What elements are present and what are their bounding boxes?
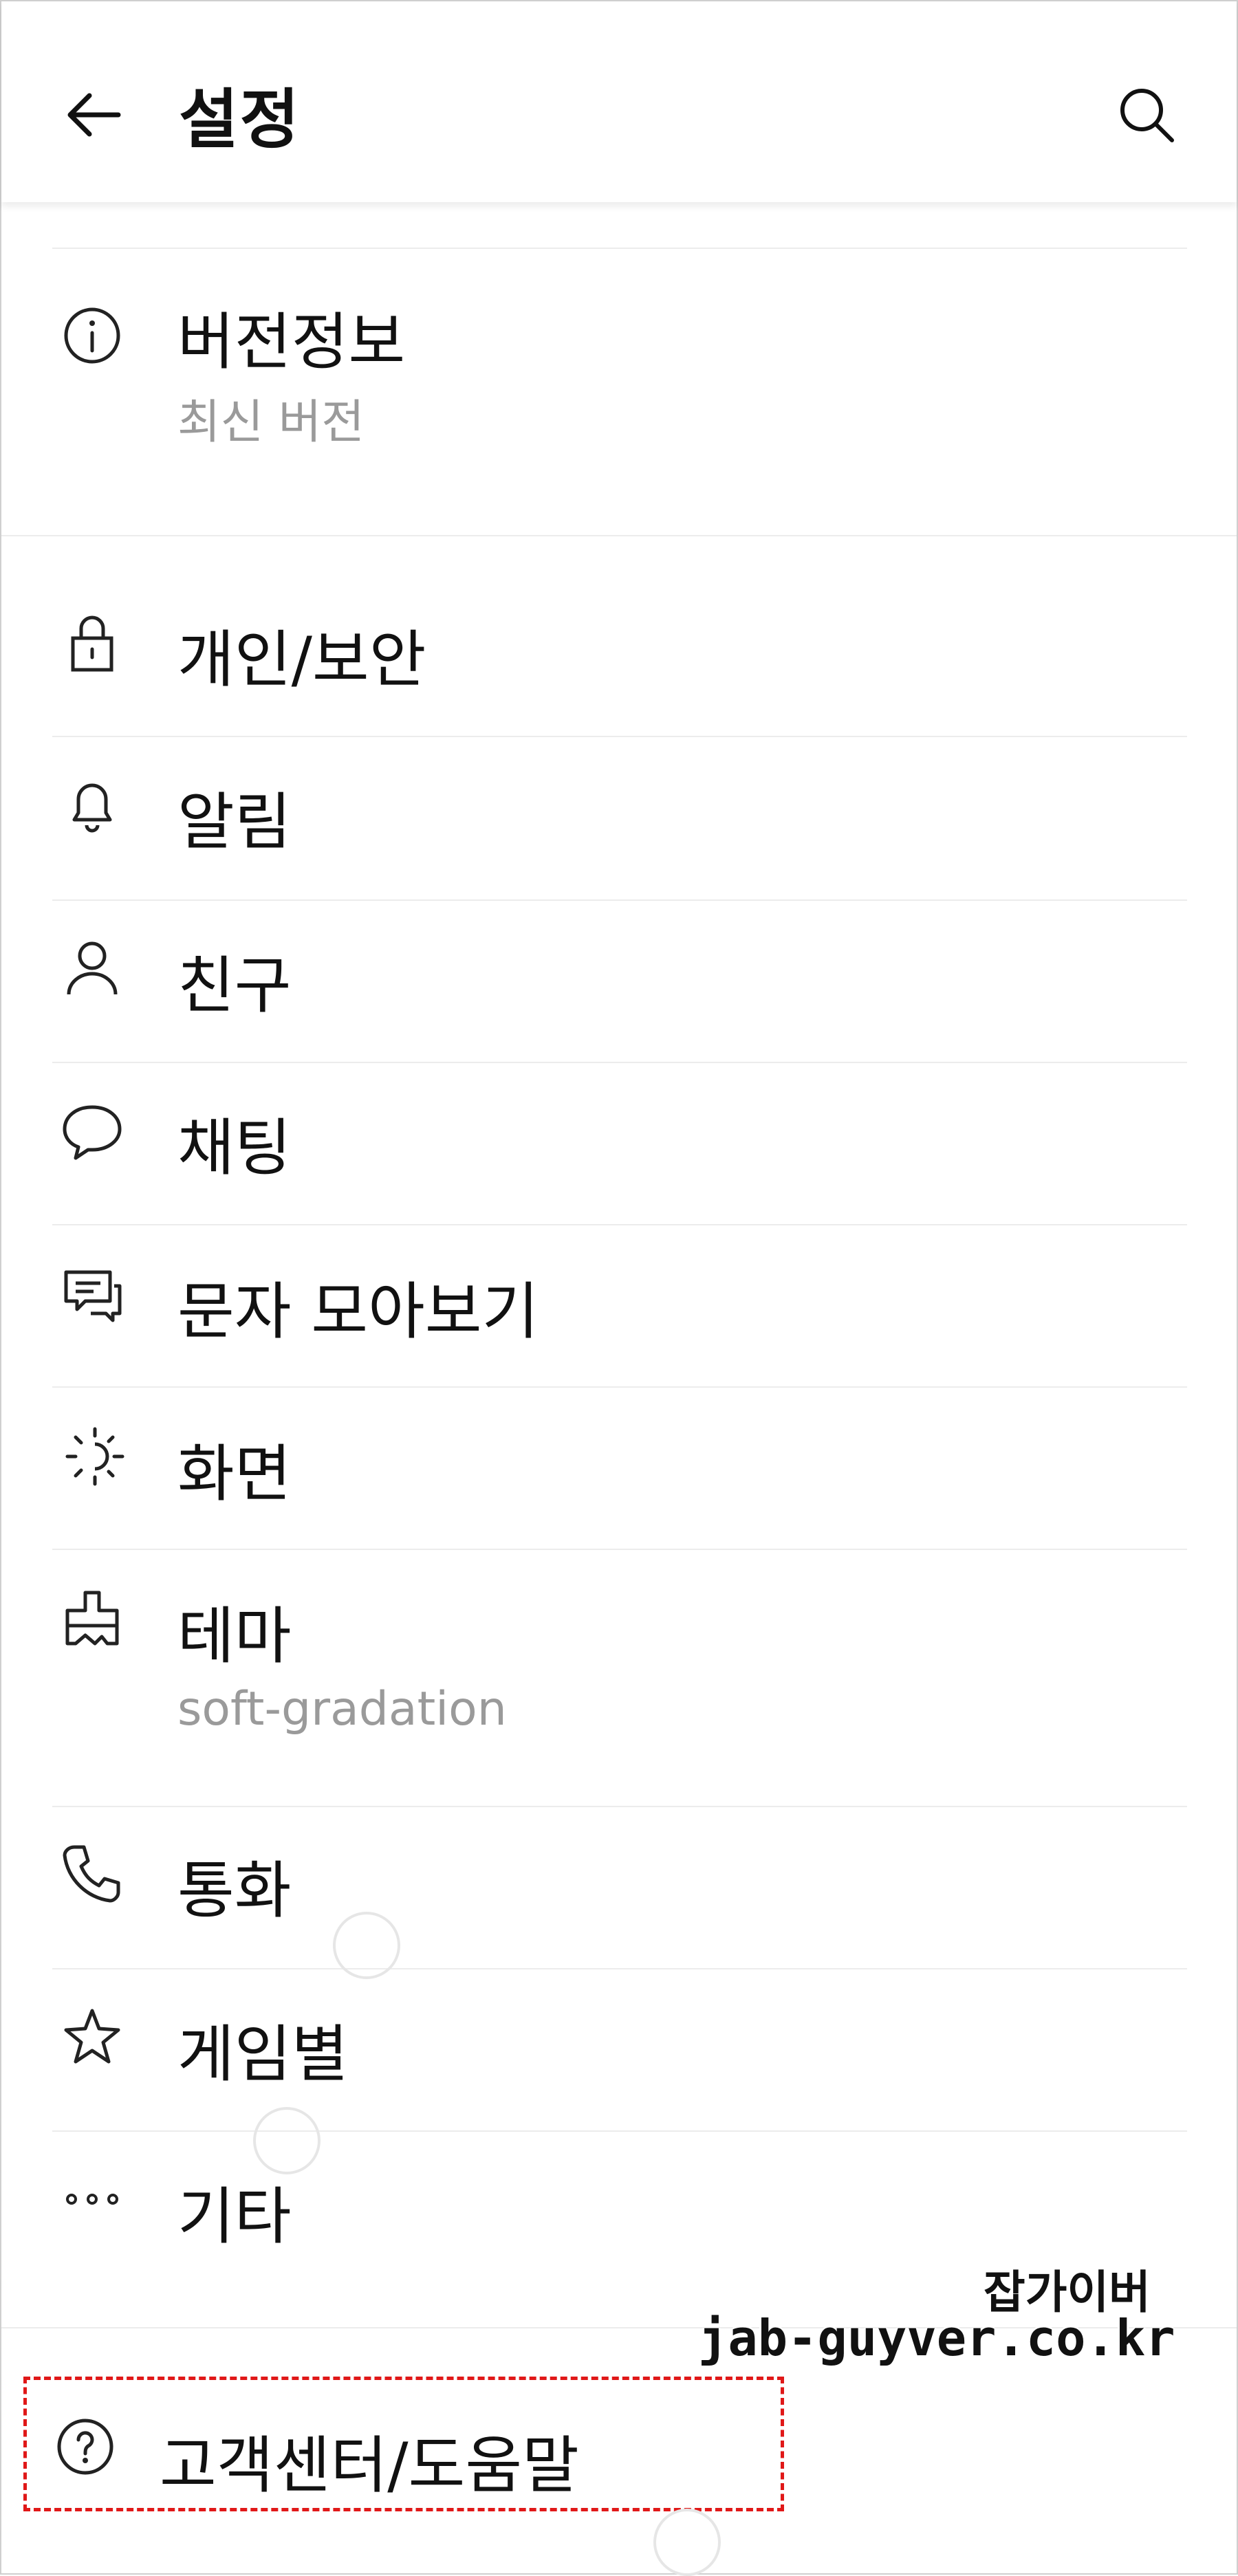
menu-item-privacy-label: 개인/보안 bbox=[177, 624, 426, 696]
star-icon bbox=[64, 2009, 120, 2064]
menu-item-theme[interactable]: 테마 soft-gradation bbox=[0, 1568, 1235, 1802]
menu-item-etc-label: 기타 bbox=[177, 2181, 292, 2253]
menu-item-sms[interactable]: 문자 모아보기 bbox=[0, 1243, 1235, 1388]
menu-item-calls-label: 통화 bbox=[177, 1855, 292, 1927]
brightness-icon bbox=[65, 1427, 124, 1486]
menu-item-friends-label: 친구 bbox=[177, 950, 292, 1022]
menu-item-display[interactable]: 화면 bbox=[0, 1406, 1235, 1550]
menu-item-theme-label: 테마 bbox=[177, 1600, 292, 1672]
back-arrow-icon[interactable] bbox=[62, 84, 124, 146]
page-title: 설정 bbox=[179, 83, 301, 157]
menu-item-friends[interactable]: 친구 bbox=[0, 917, 1235, 1062]
menu-item-games-label: 게임별 bbox=[177, 2018, 349, 2091]
divider bbox=[52, 1968, 1187, 1969]
menu-item-privacy[interactable]: 개인/보안 bbox=[0, 591, 1235, 736]
divider bbox=[52, 248, 1187, 249]
divider bbox=[52, 1062, 1187, 1063]
search-icon[interactable] bbox=[1116, 84, 1177, 146]
touch-ripple bbox=[653, 2509, 721, 2576]
person-icon bbox=[67, 941, 118, 995]
divider bbox=[52, 1386, 1187, 1388]
menu-item-games[interactable]: 게임별 bbox=[0, 1986, 1235, 2130]
bell-icon bbox=[72, 783, 112, 833]
chat-bubble-icon bbox=[63, 1105, 122, 1160]
menu-item-chat[interactable]: 채팅 bbox=[0, 1080, 1235, 1224]
app-header: 설정 bbox=[1, 1, 1237, 202]
divider bbox=[52, 1549, 1187, 1550]
version-info-subtext: 최신 버전 bbox=[177, 395, 365, 450]
divider bbox=[52, 899, 1187, 901]
version-info-item[interactable]: 버전정보 최신 버전 bbox=[0, 275, 1235, 536]
touch-ripple bbox=[253, 2107, 321, 2174]
message-stack-icon bbox=[64, 1270, 122, 1322]
menu-item-notifications-label: 알림 bbox=[177, 786, 292, 858]
divider bbox=[52, 1224, 1187, 1225]
menu-item-sms-label: 문자 모아보기 bbox=[177, 1276, 539, 1348]
paint-brush-icon bbox=[65, 1591, 119, 1646]
info-icon bbox=[64, 307, 120, 364]
menu-item-chat-label: 채팅 bbox=[177, 1112, 292, 1184]
section-divider bbox=[1, 535, 1237, 536]
phone-icon bbox=[63, 1845, 120, 1903]
menu-item-help-center-label: 고객센터/도움말 bbox=[160, 2430, 579, 2502]
help-circle-icon bbox=[57, 2419, 113, 2475]
menu-item-theme-subtext: soft-gradation bbox=[177, 1682, 507, 1736]
watermark-url: jab-guyver.co.kr bbox=[698, 2309, 1175, 2367]
lock-icon bbox=[71, 615, 113, 672]
version-info-label: 버전정보 bbox=[177, 306, 406, 378]
divider bbox=[52, 1806, 1187, 1807]
touch-ripple bbox=[333, 1912, 400, 1979]
menu-item-display-label: 화면 bbox=[177, 1438, 292, 1510]
menu-item-notifications[interactable]: 알림 bbox=[0, 754, 1235, 898]
menu-item-calls[interactable]: 통화 bbox=[0, 1822, 1235, 1967]
more-dots-icon bbox=[66, 2194, 118, 2205]
divider bbox=[52, 736, 1187, 737]
divider bbox=[52, 2130, 1187, 2132]
